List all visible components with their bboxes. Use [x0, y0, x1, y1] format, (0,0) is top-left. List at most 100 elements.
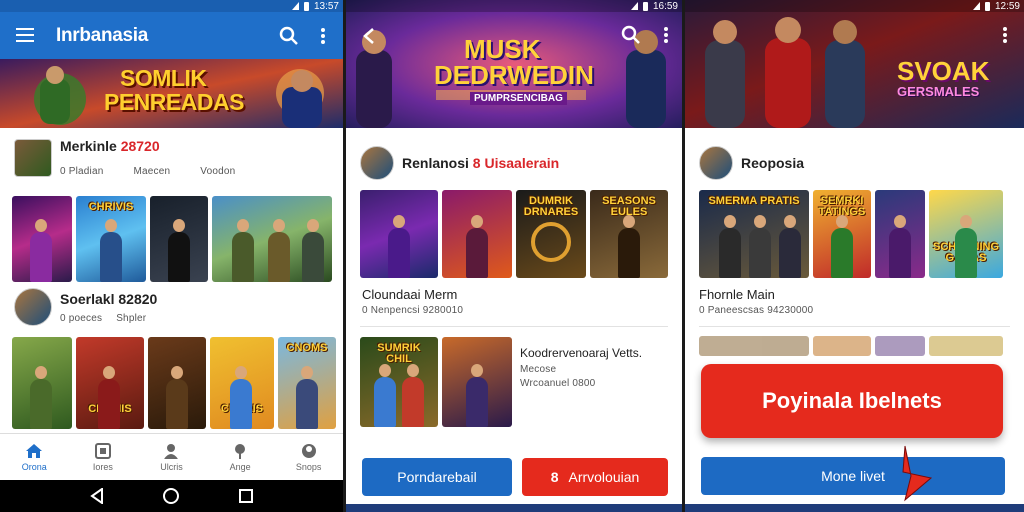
- section-title: Reoposia: [741, 155, 805, 171]
- status-bar: 13:57: [0, 0, 343, 12]
- status-time: 12:59: [994, 0, 1020, 12]
- status-bar: 12:59: [685, 0, 1024, 12]
- game-thumb[interactable]: SMERMA PRATIS: [699, 190, 809, 278]
- app-avatar: [14, 288, 52, 326]
- screen-detail: 16:59 MUSK DEDRWEDIN PUMPRSENCIBAG Renla…: [346, 0, 682, 512]
- more-vert-icon[interactable]: [662, 26, 670, 44]
- game-thumb[interactable]: [150, 196, 208, 282]
- cta-primary-button[interactable]: Poyinala Ibelnets: [701, 364, 1003, 438]
- game-thumb[interactable]: [148, 337, 206, 429]
- caption-title: Cloundaai Merm: [362, 287, 458, 302]
- caption-meta: 0 Nenpencsi 9280010: [362, 305, 464, 316]
- home-icon: [26, 443, 43, 458]
- battery-icon: [984, 1, 990, 11]
- game-thumb[interactable]: [12, 196, 72, 282]
- banner-title-2: DEDRWEDIN: [434, 60, 594, 90]
- banner-title-1: SVOAK: [897, 56, 990, 86]
- grid-icon: [94, 442, 111, 459]
- caption-meta: 0 Paneescsas 94230000: [699, 305, 814, 316]
- nav-item-home[interactable]: Orona: [7, 443, 61, 472]
- game-thumb[interactable]: SEASONS EULES: [590, 190, 668, 278]
- banner-title-2: PENREADAS: [104, 89, 244, 115]
- signal-icon: [291, 2, 299, 10]
- section-title: Merkinle 28720: [60, 138, 160, 154]
- menu-icon[interactable]: [14, 25, 36, 45]
- game-row: DUMRIK DRNARES SEASONS EULES: [360, 190, 668, 278]
- content-card: Merkinle 28720 0 Pladian Maecen Voodon C…: [0, 128, 343, 433]
- feature-meta-2: Wrcoanuel 0800: [520, 378, 596, 389]
- game-thumb[interactable]: [12, 337, 72, 429]
- section-header[interactable]: Reoposia: [699, 146, 804, 180]
- game-thumb[interactable]: SCHIMINING GAMAS: [929, 190, 1003, 278]
- game-row: SMERMA PRATIS SEMRKI TATINGS SCHIMINING …: [699, 190, 1003, 278]
- section-meta: 0 poeces Shpler: [60, 312, 147, 324]
- section-header[interactable]: Merkinle 28720 0 Pladian Maecen Voodon: [14, 138, 235, 177]
- game-thumb[interactable]: [212, 196, 332, 282]
- signal-icon: [972, 2, 980, 10]
- more-vert-icon[interactable]: [318, 26, 328, 46]
- app-avatar: [699, 146, 733, 180]
- battery-icon: [303, 1, 309, 11]
- game-thumb[interactable]: [875, 190, 925, 278]
- arrow-pointer-icon: [902, 445, 933, 502]
- back-icon[interactable]: [89, 488, 105, 504]
- battery-icon: [642, 1, 648, 11]
- banner-title-2: GERSMALES: [897, 84, 980, 99]
- game-thumb[interactable]: [442, 190, 512, 278]
- screen-promo: 12:59 SVOAK GERSMALES Reoposia SMERMA PR…: [685, 0, 1024, 512]
- secondary-button[interactable]: 8 Arrvolouian: [522, 458, 668, 496]
- app-avatar: [14, 138, 52, 177]
- search-icon[interactable]: [620, 24, 642, 46]
- game-thumb[interactable]: [875, 336, 925, 356]
- nav-item-person[interactable]: Ulcris: [144, 443, 198, 472]
- feature-meta-1: Mecose: [520, 364, 557, 375]
- caption-title: Fhornle Main: [699, 287, 775, 302]
- game-thumb[interactable]: SEMRKI TATINGS: [813, 190, 871, 278]
- section-title: Renlanosi 8 Uisaalerain: [402, 155, 560, 171]
- back-arrow-icon[interactable]: [360, 26, 378, 46]
- game-thumb[interactable]: [813, 336, 871, 356]
- recents-icon[interactable]: [238, 488, 254, 504]
- cta-secondary-button[interactable]: Mone livet: [701, 457, 1005, 495]
- person-icon: [164, 443, 179, 459]
- screen-home: 13:57 Inrbanasia SOMLIK PENREADAS Merkin…: [0, 0, 343, 512]
- profile-icon: [301, 443, 316, 458]
- feature-title: Koodrervenoaraj Vetts.: [520, 346, 643, 360]
- game-thumb[interactable]: [699, 336, 809, 356]
- nav-item-pin[interactable]: Ange: [213, 443, 267, 472]
- game-row-faded: [699, 336, 1003, 356]
- search-icon[interactable]: [278, 25, 300, 47]
- game-thumb[interactable]: CHRIVIS: [76, 196, 146, 282]
- section-meta: 0 Pladian Maecen Voodon: [60, 166, 236, 177]
- game-thumb[interactable]: DUMRIK DRNARES: [516, 190, 586, 278]
- game-thumb[interactable]: CIRIRIIS: [76, 337, 144, 429]
- section-title: Soerlakl 82820: [60, 290, 158, 307]
- banner-subtitle: PUMPRSENCIBAG: [470, 92, 567, 105]
- game-row-2: CIRIRIIS CHARIS CNOMS: [12, 337, 336, 429]
- system-nav-bar: [0, 480, 343, 512]
- hero-banner[interactable]: 16:59 MUSK DEDRWEDIN PUMPRSENCIBAG: [346, 0, 682, 128]
- section-header-2[interactable]: Soerlakl 82820 0 poeces Shpler: [14, 288, 157, 326]
- game-thumb[interactable]: CHARIS: [210, 337, 274, 429]
- hero-banner[interactable]: SOMLIK PENREADAS: [0, 59, 343, 128]
- more-vert-icon[interactable]: [1001, 26, 1009, 44]
- nav-item-grid[interactable]: Iores: [76, 442, 130, 472]
- game-row-1: CHRIVIS: [12, 196, 332, 282]
- game-thumb[interactable]: CNOMS: [278, 337, 336, 429]
- game-thumb[interactable]: [360, 190, 438, 278]
- hero-banner[interactable]: 12:59 SVOAK GERSMALES: [685, 0, 1024, 128]
- bottom-nav: Orona Iores Ulcris Ange Snops: [0, 433, 343, 480]
- status-time: 16:59: [652, 0, 678, 12]
- primary-button[interactable]: Porndarebail: [362, 458, 512, 496]
- nav-item-profile[interactable]: Snops: [282, 443, 336, 472]
- status-bar: 16:59: [346, 0, 682, 12]
- home-circle-icon[interactable]: [162, 487, 180, 505]
- game-thumb[interactable]: [442, 337, 512, 427]
- app-avatar: [360, 146, 394, 180]
- signal-icon: [630, 2, 638, 10]
- app-title: Inrbanasia: [56, 25, 149, 46]
- game-thumb[interactable]: [929, 336, 1003, 356]
- app-bar: Inrbanasia: [0, 12, 343, 59]
- game-thumb[interactable]: SUMRIK CHIL: [360, 337, 438, 427]
- section-header[interactable]: Renlanosi 8 Uisaalerain: [360, 146, 559, 180]
